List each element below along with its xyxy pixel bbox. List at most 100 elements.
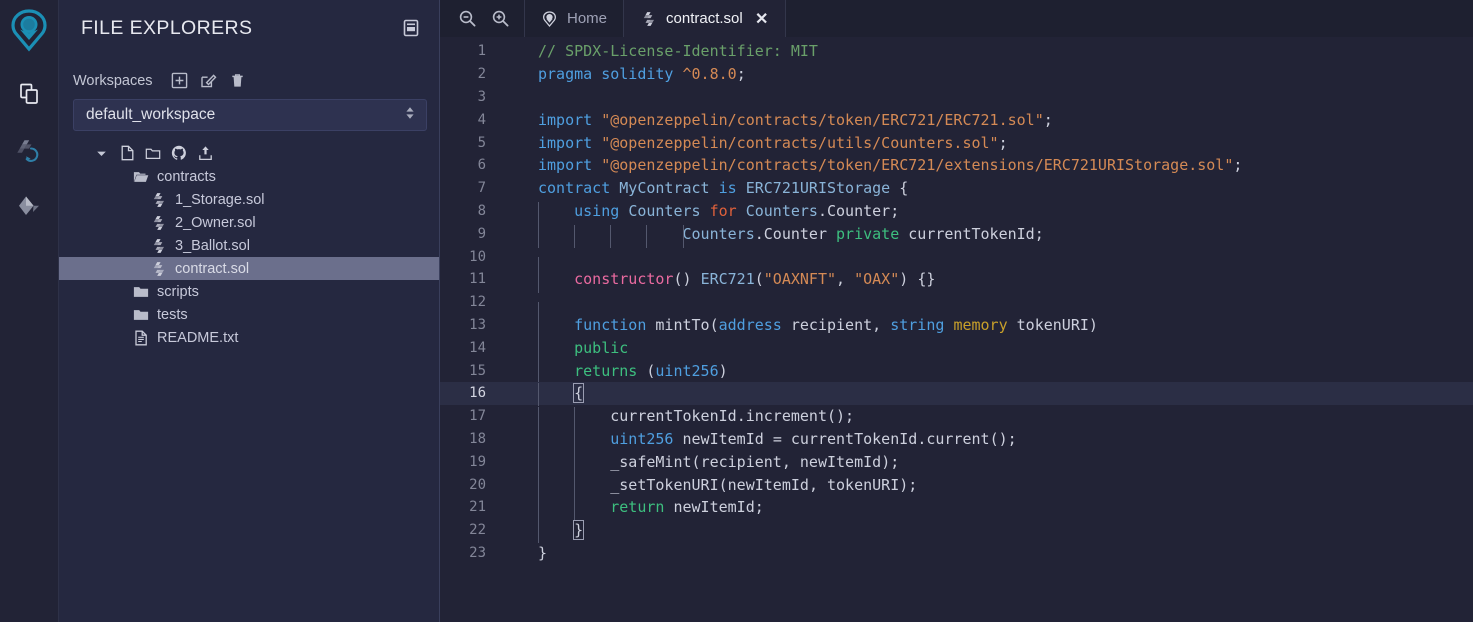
indent-guide	[538, 383, 540, 407]
code-line[interactable]: 14 public	[440, 336, 1473, 362]
tab-home[interactable]: Home	[524, 0, 623, 37]
code-text: return newItemId;	[502, 498, 764, 522]
editor-pane: Home contract.sol ✕ 1 // SPDX-License-Ident…	[440, 0, 1473, 622]
page-title: FILE EXPLORERS	[81, 16, 253, 39]
line-number: 6	[477, 157, 486, 174]
create-workspace-icon[interactable]	[171, 72, 188, 89]
code-line[interactable]: 22 }	[440, 519, 1473, 543]
code-line[interactable]: 19 _safeMint(recipient, newItemId);	[440, 450, 1473, 476]
workspace-select-value: default_workspace	[86, 106, 216, 123]
code-text: _setTokenURI(newItemId, tokenURI);	[502, 475, 917, 499]
code-line[interactable]: 2 pragma solidity ^0.8.0;	[440, 63, 1473, 86]
code-line[interactable]: 4 import "@openzeppelin/contracts/token/E…	[440, 108, 1473, 131]
tree-item-label: contracts	[157, 168, 216, 185]
tree-item-label: README.txt	[157, 329, 239, 346]
close-icon[interactable]: ✕	[755, 11, 769, 28]
indent-guide	[538, 315, 540, 339]
file-explorer-panel: FILE EXPLORERS Workspaces default_worksp…	[59, 0, 440, 622]
code-text: _safeMint(recipient, newItemId);	[502, 452, 899, 476]
chevron-updown-icon	[404, 104, 416, 127]
workspace-select[interactable]: default_workspace	[73, 99, 427, 131]
code-line[interactable]: 5 import "@openzeppelin/contracts/utils/C…	[440, 131, 1473, 154]
indent-guide	[574, 475, 576, 499]
code-line[interactable]: 3	[440, 86, 1473, 109]
code-line[interactable]: 16 {	[440, 381, 1473, 407]
new-folder-icon[interactable]	[145, 145, 161, 161]
code-line[interactable]: 15 returns (uint256)	[440, 359, 1473, 385]
code-line[interactable]: 23}	[440, 542, 1473, 565]
code-line[interactable]: 9 Counters.Counter private currentTokenI…	[440, 222, 1473, 248]
github-icon[interactable]	[171, 145, 187, 161]
editor-zoom-controls	[440, 0, 524, 37]
icon-rail	[0, 0, 59, 622]
line-number: 7	[477, 180, 486, 197]
indent-guide	[610, 224, 612, 248]
code-line[interactable]: 10	[440, 245, 1473, 280]
chevron-down-icon[interactable]	[93, 145, 109, 161]
code-text: }	[538, 543, 548, 562]
line-number: 16	[469, 385, 486, 402]
indent-guide	[538, 429, 540, 453]
sidebar-item-deploy-run[interactable]	[3, 178, 55, 234]
line-number: 12	[469, 294, 486, 311]
tree-item-3-ballot-sol[interactable]: 3_Ballot.sol	[59, 234, 439, 257]
rename-workspace-icon[interactable]	[200, 72, 217, 89]
tree-item-contracts[interactable]: contracts	[59, 165, 439, 188]
editor-tabbar: Home contract.sol ✕	[440, 0, 1473, 37]
tree-item-label: 1_Storage.sol	[175, 191, 265, 208]
code-line[interactable]: 7 contract MyContract is ERC721URIStorage…	[440, 177, 1473, 200]
code-text: returns (uint256)	[502, 361, 728, 385]
tree-item-label: 3_Ballot.sol	[175, 237, 250, 254]
remix-home-icon	[541, 10, 558, 27]
zoom-in-icon[interactable]	[491, 9, 510, 28]
publish-icon[interactable]	[197, 145, 213, 161]
code-line[interactable]: 11 constructor() ERC721("OAXNFT", "OAX")…	[440, 268, 1473, 294]
tree-item-tests[interactable]: tests	[59, 303, 439, 326]
code-line[interactable]: 21 return newItemId;	[440, 496, 1473, 522]
code-text: contract MyContract is ERC721URIStorage …	[538, 179, 909, 198]
indent-guide	[538, 224, 540, 248]
solidity-icon	[151, 261, 167, 277]
brace-match-highlight: }	[573, 520, 585, 541]
code-line[interactable]: 13 function mintTo(address recipient, st…	[440, 314, 1473, 339]
book-icon[interactable]	[401, 18, 421, 38]
code-editor[interactable]: 1 // SPDX-License-Identifier: MIT 2 pragma …	[440, 37, 1473, 622]
line-number: 9	[477, 225, 486, 242]
line-number: 23	[469, 544, 486, 561]
code-text: public	[502, 338, 628, 362]
indent-guide	[574, 452, 576, 476]
tree-item-readme-txt[interactable]: README.txt	[59, 326, 439, 349]
code-line[interactable]: 18 uint256 newItemId = currentTokenId.cu…	[440, 428, 1473, 453]
code-line[interactable]: 17 currentTokenId.increment();	[440, 405, 1473, 430]
line-number: 11	[469, 271, 486, 288]
tab-label: Home	[567, 10, 608, 27]
indent-guide	[646, 224, 648, 248]
code-text: // SPDX-License-Identifier: MIT	[538, 42, 818, 61]
zoom-out-icon[interactable]	[458, 9, 477, 28]
tree-item-label: scripts	[157, 283, 199, 300]
sidebar-item-file-explorer[interactable]	[3, 66, 55, 122]
solidity-icon	[151, 215, 167, 231]
tab-contract-sol[interactable]: contract.sol ✕	[623, 0, 786, 37]
line-number: 5	[477, 134, 486, 151]
folder-open-icon	[133, 169, 149, 185]
tree-item-1-storage-sol[interactable]: 1_Storage.sol	[59, 188, 439, 211]
new-file-icon[interactable]	[119, 145, 135, 161]
code-line[interactable]: 8 using Counters for Counters.Counter;	[440, 200, 1473, 225]
code-line[interactable]: 6 import "@openzeppelin/contracts/token/E…	[440, 154, 1473, 177]
tree-item-scripts[interactable]: scripts	[59, 280, 439, 303]
line-number: 10	[469, 248, 486, 265]
delete-workspace-icon[interactable]	[229, 72, 246, 89]
code-line[interactable]: 12	[440, 291, 1473, 325]
code-line[interactable]: 20 _setTokenURI(newItemId, tokenURI);	[440, 473, 1473, 499]
sidebar-item-solidity-compiler[interactable]	[3, 122, 55, 178]
code-line[interactable]: 1 // SPDX-License-Identifier: MIT	[440, 40, 1473, 63]
indent-guide	[538, 201, 540, 225]
tree-item-2-owner-sol[interactable]: 2_Owner.sol	[59, 211, 439, 234]
code-text: pragma solidity ^0.8.0;	[538, 65, 746, 84]
tree-item-contract-sol[interactable]: contract.sol	[59, 257, 439, 280]
code-text: import "@openzeppelin/contracts/token/ER…	[538, 110, 1053, 129]
file-tree-toolbar	[59, 141, 439, 165]
line-number: 20	[469, 476, 486, 493]
line-number: 13	[469, 316, 486, 333]
